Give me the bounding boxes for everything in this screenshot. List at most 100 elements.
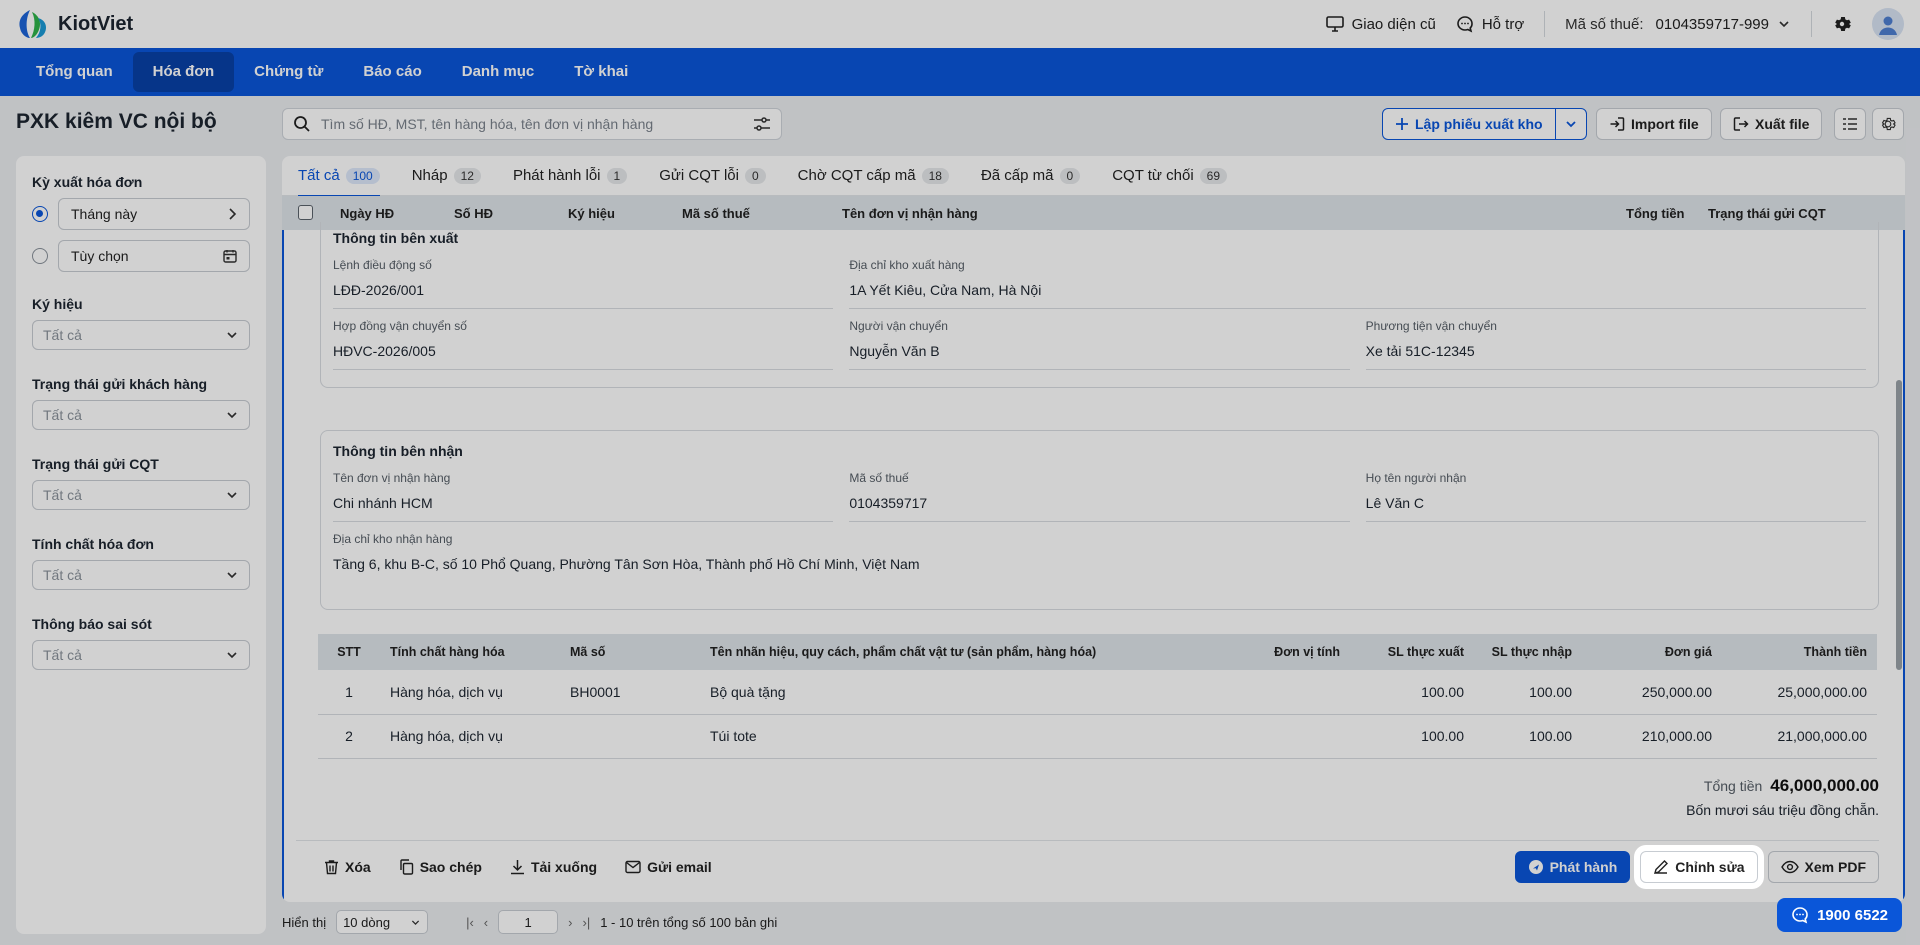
col-symbol[interactable]: Ký hiệu <box>568 206 615 221</box>
tax-id-selector[interactable]: Mã số thuế: 0104359717-999 <box>1565 16 1791 33</box>
col-receiver[interactable]: Tên đơn vị nhận hàng <box>842 206 978 221</box>
view-pdf-button[interactable]: Xem PDF <box>1767 850 1879 883</box>
settings-gear-button[interactable] <box>1872 108 1904 140</box>
cell-qty-in: 100.00 <box>1474 670 1582 715</box>
col-total[interactable]: Tổng tiền <box>1626 206 1685 221</box>
page-number: 1 <box>524 914 532 930</box>
first-page-icon[interactable]: |‹ <box>466 915 474 930</box>
chevron-down-icon <box>227 492 237 499</box>
last-page-icon[interactable]: ›| <box>582 915 590 930</box>
filter-sliders-icon[interactable] <box>753 116 771 132</box>
copy-icon <box>399 858 413 875</box>
nav-bao-cao[interactable]: Báo cáo <box>343 52 441 92</box>
tab-publish-error[interactable]: Phát hành lỗi 1 <box>513 156 628 196</box>
scrollbar[interactable] <box>1896 380 1902 670</box>
edit-button[interactable]: Chỉnh sửa <box>1640 850 1758 883</box>
field-value: Nguyễn Văn B <box>849 343 1350 370</box>
publish-label: Phát hành <box>1549 858 1618 875</box>
radio-custom[interactable] <box>32 248 48 264</box>
delete-button[interactable]: Xóa <box>324 859 371 875</box>
gear-icon <box>1835 17 1851 31</box>
filter-select-customer-status[interactable]: Tất cả <box>32 400 250 430</box>
search-input[interactable] <box>321 116 743 132</box>
prev-page-icon[interactable]: ‹ <box>484 915 488 930</box>
sender-info-title: Thông tin bên xuất <box>333 230 459 246</box>
calendar-icon <box>223 250 237 263</box>
settings-button[interactable] <box>1832 14 1852 34</box>
filter-value: Tất cả <box>43 487 82 503</box>
invoice-list-panel: Tất cả 100 Nháp 12 Phát hành lỗi 1 Gửi CQT … <box>282 156 1905 902</box>
tab-send-cqt-error[interactable]: Gửi CQT lỗi 0 <box>659 156 766 196</box>
support-link[interactable]: Hỗ trợ <box>1456 15 1524 33</box>
next-page-icon[interactable]: › <box>568 915 572 930</box>
select-all-checkbox[interactable] <box>298 205 313 220</box>
filter-label-customer-status: Trạng thái gửi khách hàng <box>32 376 208 392</box>
page-size-select[interactable]: 10 dòng <box>336 910 429 934</box>
cell-name: Túi tote <box>700 714 1240 759</box>
cell-name: Bộ quà tặng <box>700 670 1240 715</box>
page-number-input[interactable]: 1 <box>498 910 559 934</box>
export-file-button[interactable]: Xuất file <box>1720 108 1823 140</box>
tab-draft[interactable]: Nháp 12 <box>412 156 481 196</box>
chevron-down-icon <box>227 652 237 659</box>
custom-date-field[interactable]: Tùy chọn <box>58 240 250 272</box>
main-nav: Tổng quan Hóa đơn Chứng từ Báo cáo Danh … <box>0 48 1920 96</box>
filter-value: Tất cả <box>43 567 82 583</box>
filter-select-invoice-nature[interactable]: Tất cả <box>32 560 250 590</box>
create-export-slip-button[interactable]: Lập phiếu xuất kho <box>1382 108 1556 140</box>
radio-this-month[interactable] <box>32 206 48 222</box>
nav-tong-quan[interactable]: Tổng quan <box>16 52 133 92</box>
detail-action-bar: Xóa Sao chép Tải xuống Gửi email Phát hà… <box>296 840 1879 892</box>
nav-to-khai[interactable]: Tờ khai <box>554 52 648 92</box>
avatar[interactable] <box>1872 8 1904 40</box>
col-amount: Thành tiền <box>1722 634 1877 670</box>
column-settings-button[interactable] <box>1834 108 1866 140</box>
col-tax[interactable]: Mã số thuế <box>682 206 750 221</box>
filter-select-symbol[interactable]: Tất cả <box>32 320 250 350</box>
cell-stt: 1 <box>318 670 380 715</box>
receiver-info-card: Thông tin bên nhận Tên đơn vị nhận hàng … <box>320 430 1879 610</box>
filter-select-error-notice[interactable]: Tất cả <box>32 640 250 670</box>
tab-rejected[interactable]: CQT từ chối 69 <box>1112 156 1228 196</box>
search-icon <box>294 116 310 132</box>
import-file-button[interactable]: Import file <box>1596 108 1712 140</box>
chat-icon <box>1792 907 1808 924</box>
pagination-bar: Hiển thị 10 dòng |‹ ‹ 1 › ›| 1 - 10 trên… <box>282 907 777 937</box>
cell-qty-out: 100.00 <box>1350 714 1474 759</box>
old-ui-link[interactable]: Giao diện cũ <box>1325 16 1436 33</box>
col-qty-in: SL thực nhập <box>1474 634 1582 670</box>
tab-coded[interactable]: Đã cấp mã 0 <box>981 156 1081 196</box>
nav-danh-muc[interactable]: Danh mục <box>442 52 555 92</box>
nav-chung-tu[interactable]: Chứng từ <box>234 52 343 92</box>
hotline-button[interactable]: 1900 6522 <box>1777 898 1902 932</box>
table-row: 2 Hàng hóa, dịch vụ Túi tote 100.00 100.… <box>318 714 1877 759</box>
app-logo[interactable]: KiotViet <box>16 8 133 40</box>
tab-all[interactable]: Tất cả 100 <box>298 156 380 197</box>
col-date[interactable]: Ngày HĐ <box>340 206 394 221</box>
filter-value: Tất cả <box>43 327 82 343</box>
tab-label: Nháp <box>411 167 448 184</box>
send-email-button[interactable]: Gửi email <box>625 859 712 875</box>
field-label: Địa chỉ kho nhận hàng <box>333 532 453 546</box>
copy-button[interactable]: Sao chép <box>399 859 482 875</box>
col-stt: STT <box>318 634 380 670</box>
this-month-field[interactable]: Tháng này <box>58 198 250 230</box>
col-cqt-status[interactable]: Trạng thái gửi CQT <box>1708 206 1826 221</box>
filter-select-cqt-status[interactable]: Tất cả <box>32 480 250 510</box>
col-number[interactable]: Số HĐ <box>454 206 493 221</box>
field-value: HĐVC-2026/005 <box>333 343 834 370</box>
chevron-down-icon <box>411 919 420 925</box>
user-icon <box>1879 16 1897 35</box>
receiver-info-title: Thông tin bên nhận <box>333 443 463 459</box>
nav-hoa-don[interactable]: Hóa đơn <box>132 52 235 92</box>
tab-label: Chờ CQT cấp mã <box>797 167 916 184</box>
field-label: Tên đơn vị nhận hàng <box>333 471 451 485</box>
create-dropdown-button[interactable] <box>1555 108 1587 140</box>
monitor-icon <box>1325 16 1344 32</box>
tab-awaiting-code[interactable]: Chờ CQT cấp mã 18 <box>798 156 949 196</box>
download-button[interactable]: Tải xuống <box>510 859 597 875</box>
cell-price: 250,000.00 <box>1582 670 1722 715</box>
publish-button[interactable]: Phát hành <box>1514 850 1631 883</box>
tab-count: 18 <box>921 167 949 184</box>
receiver-unit-field: Tên đơn vị nhận hàng Chi nhánh HCM <box>333 471 834 522</box>
